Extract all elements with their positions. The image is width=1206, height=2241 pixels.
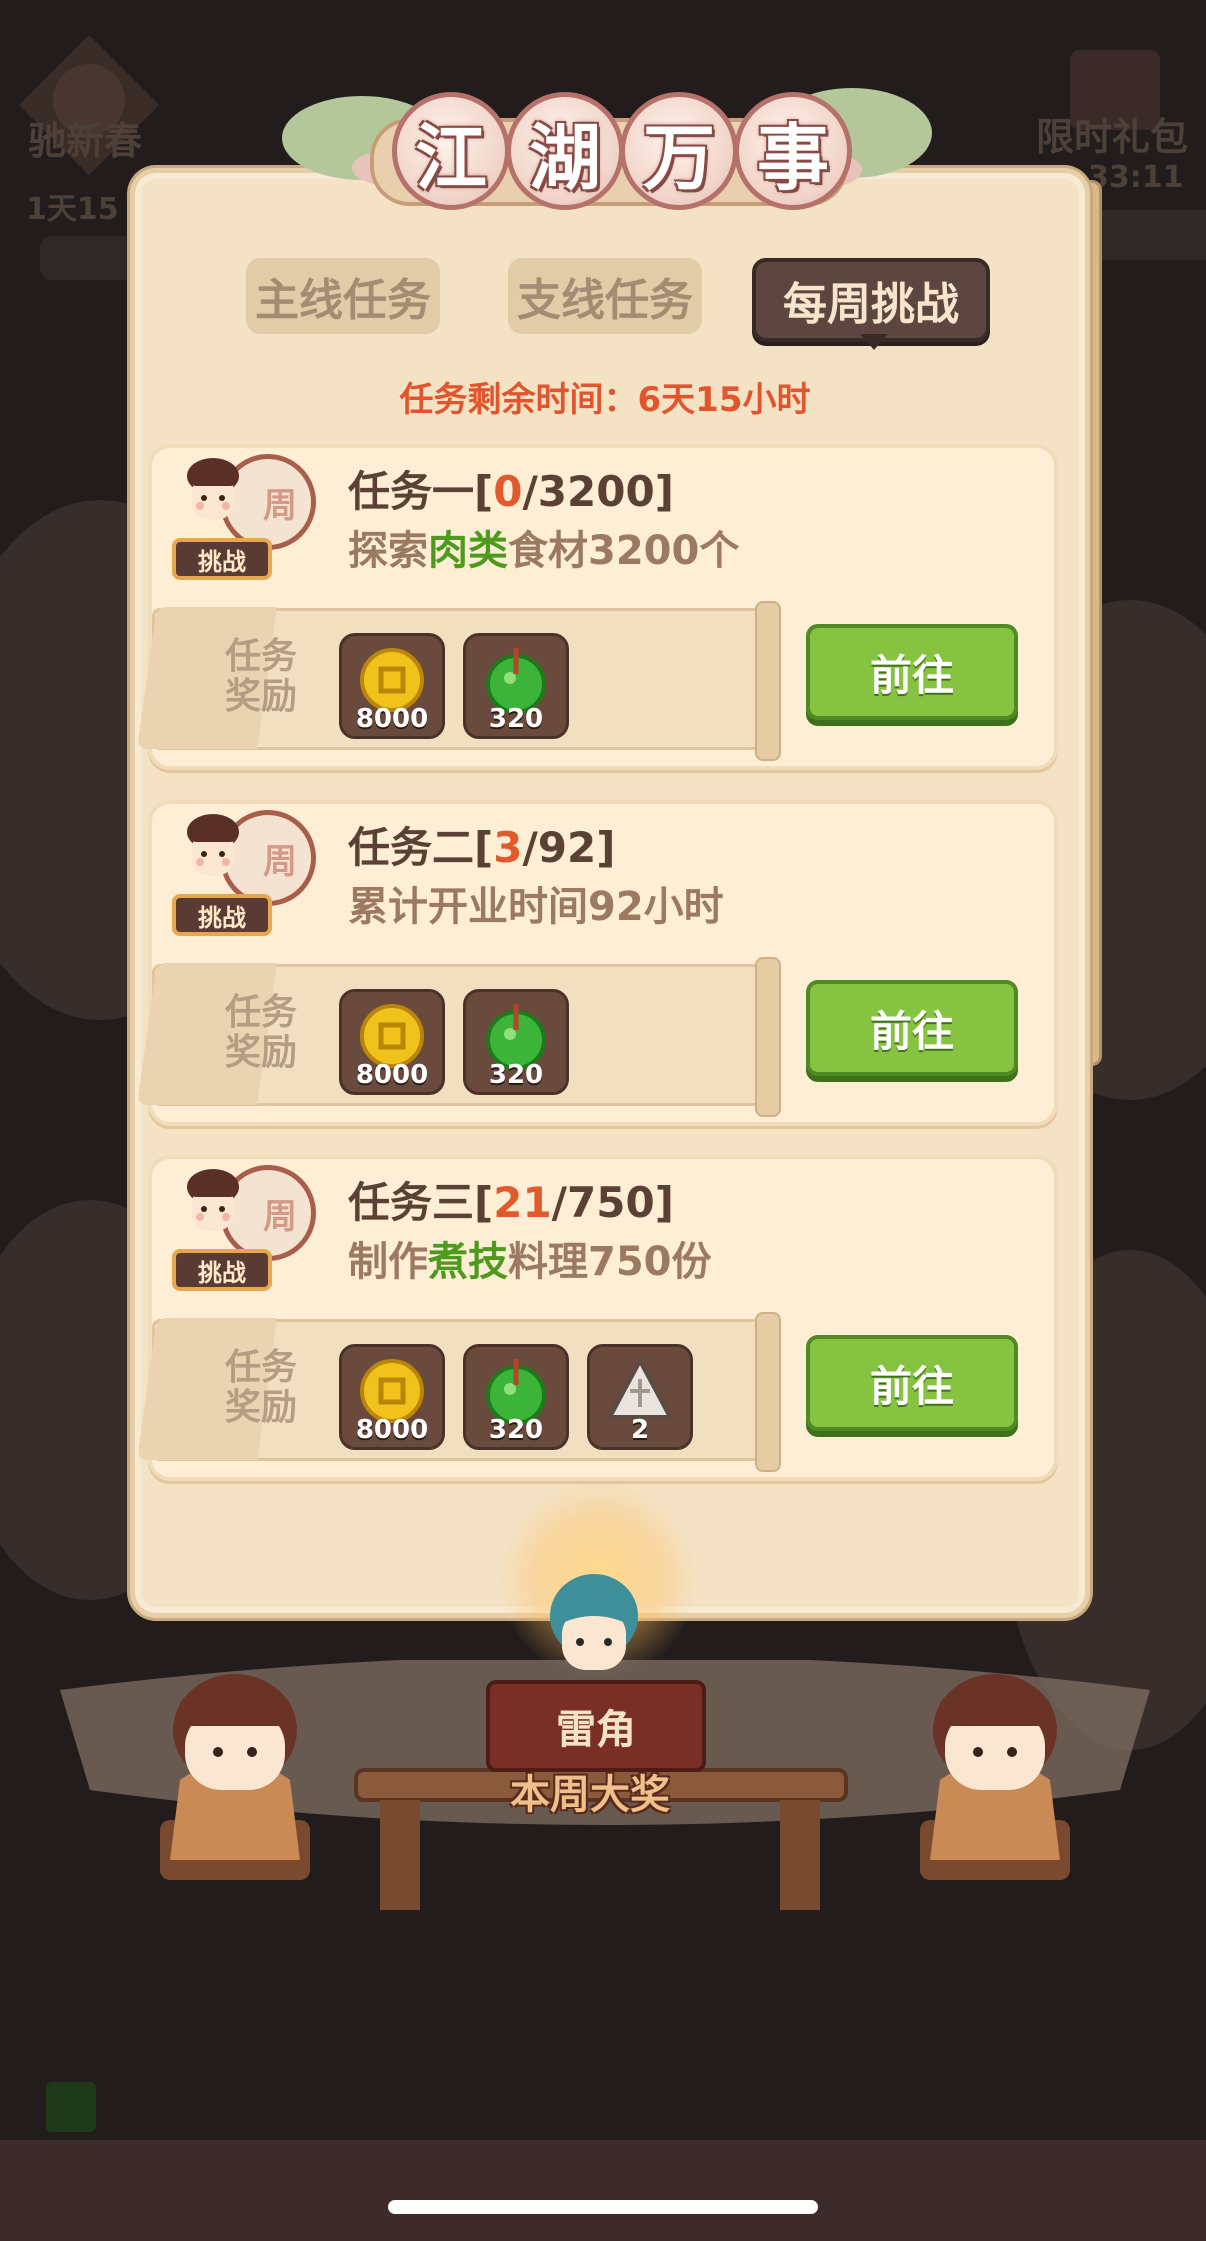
go-button[interactable]: 前往 bbox=[806, 1335, 1018, 1431]
prize-character-icon[interactable] bbox=[542, 1570, 646, 1680]
go-button[interactable]: 前往 bbox=[806, 624, 1018, 720]
title-char-4: 事 bbox=[734, 92, 852, 210]
reward-quantity: 320 bbox=[488, 1060, 544, 1090]
challenge-tag: 挑战 bbox=[172, 1249, 272, 1291]
reward-quantity: 320 bbox=[488, 1415, 544, 1445]
reward-scroll: 任务奖励 8000 320 bbox=[152, 957, 781, 1117]
tab-main-quests[interactable]: 主线任务 bbox=[246, 258, 440, 334]
reward-item[interactable]: 8000 bbox=[339, 633, 445, 739]
task-title: 任务一[0/3200] bbox=[348, 467, 674, 516]
task-card-1: 周 挑战 任务一[0/3200] 探索肉类食材3200个 任务奖励 8000 32… bbox=[148, 444, 1058, 770]
remaining-time: 任务剩余时间：6天15小时 bbox=[130, 372, 1080, 421]
bottom-bar bbox=[0, 2140, 1206, 2241]
grand-prize-name[interactable]: 雷角 bbox=[486, 1680, 706, 1772]
reward-item[interactable]: 2 bbox=[587, 1344, 693, 1450]
home-indicator[interactable] bbox=[388, 2200, 818, 2214]
reward-scroll: 任务奖励 8000 320 bbox=[152, 601, 781, 761]
left-event-timer: 1天15 bbox=[26, 192, 119, 227]
challenge-tag: 挑战 bbox=[172, 894, 272, 936]
girl-avatar-icon bbox=[187, 814, 239, 876]
challenge-tag: 挑战 bbox=[172, 538, 272, 580]
weekly-challenge-badge: 周 挑战 bbox=[166, 1153, 316, 1303]
reward-quantity: 8000 bbox=[355, 1060, 429, 1090]
title-char-3: 万 bbox=[620, 92, 738, 210]
reward-scroll: 任务奖励 8000 320 2 bbox=[152, 1312, 781, 1472]
grand-prize-caption: 本周大奖 bbox=[510, 1772, 670, 1818]
task-title: 任务三[21/750] bbox=[348, 1178, 674, 1227]
right-event-timer: 33:11 bbox=[1088, 160, 1184, 195]
tab-side-quests[interactable]: 支线任务 bbox=[508, 258, 702, 334]
reward-item[interactable]: 320 bbox=[463, 633, 569, 739]
weekly-challenge-badge: 周 挑战 bbox=[166, 442, 316, 592]
remaining-time-label: 任务剩余时间： bbox=[399, 380, 638, 420]
weekly-challenge-badge: 周 挑战 bbox=[166, 798, 316, 948]
task-title: 任务二[3/92] bbox=[348, 823, 616, 872]
left-event-label[interactable]: 驰新春 bbox=[28, 110, 142, 165]
task-description: 累计开业时间92小时 bbox=[348, 884, 724, 930]
reward-quantity: 8000 bbox=[355, 704, 429, 734]
task-card-2: 周 挑战 任务二[3/92] 累计开业时间92小时 任务奖励 8000 320 前… bbox=[148, 800, 1058, 1126]
task-description: 制作煮技料理750份 bbox=[348, 1239, 712, 1285]
week-char: 周 bbox=[263, 841, 297, 882]
corner-square-button[interactable] bbox=[46, 2082, 96, 2132]
active-tab-pointer bbox=[860, 334, 888, 350]
reward-quantity: 320 bbox=[488, 704, 544, 734]
reward-quantity: 8000 bbox=[355, 1415, 429, 1445]
remaining-time-value: 6天15小时 bbox=[637, 380, 811, 420]
reward-quantity: 2 bbox=[630, 1415, 650, 1445]
title-char-1: 江 bbox=[392, 92, 510, 210]
reward-label: 任务奖励 bbox=[224, 636, 297, 717]
reward-label: 任务奖励 bbox=[224, 992, 297, 1073]
right-event-label[interactable]: 限时礼包 bbox=[1036, 106, 1188, 161]
girl-avatar-icon bbox=[187, 458, 239, 520]
task-card-3: 周 挑战 任务三[21/750] 制作煮技料理750份 任务奖励 8000 320… bbox=[148, 1155, 1058, 1481]
reward-item[interactable]: 8000 bbox=[339, 1344, 445, 1450]
title-char-2: 湖 bbox=[506, 92, 624, 210]
girl-avatar-icon bbox=[187, 1169, 239, 1231]
tab-weekly-challenge[interactable]: 每周挑战 bbox=[752, 258, 990, 342]
task-description: 探索肉类食材3200个 bbox=[348, 528, 740, 574]
reward-item[interactable]: 320 bbox=[463, 1344, 569, 1450]
week-char: 周 bbox=[263, 485, 297, 526]
week-char: 周 bbox=[263, 1196, 297, 1237]
go-button[interactable]: 前往 bbox=[806, 980, 1018, 1076]
reward-item[interactable]: 320 bbox=[463, 989, 569, 1095]
reward-label: 任务奖励 bbox=[224, 1347, 297, 1428]
reward-item[interactable]: 8000 bbox=[339, 989, 445, 1095]
